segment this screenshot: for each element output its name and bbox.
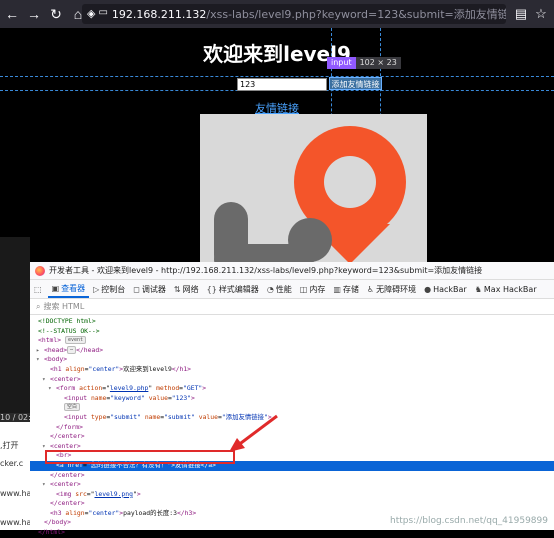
network-icon: ⇅ bbox=[173, 284, 181, 294]
inspector-tooltip: input 102 × 23 bbox=[327, 57, 401, 69]
html-search-input[interactable]: ⌕ 搜索 HTML bbox=[30, 299, 554, 315]
background-window: 10 / 02: ,打开 cker.c www.hac www.ha bbox=[0, 237, 36, 530]
tab-storage[interactable]: ▥ 存储 bbox=[329, 280, 363, 298]
tree-node[interactable]: </center> bbox=[30, 432, 554, 442]
page-info-icon[interactable]: ▭ bbox=[98, 7, 107, 21]
tree-node[interactable]: <input type="submit" name="submit" value… bbox=[30, 413, 554, 423]
tree-node[interactable]: <html> event bbox=[30, 336, 554, 346]
inspector-icon: ▣ bbox=[51, 283, 60, 293]
debugger-icon: ◻ bbox=[133, 284, 140, 294]
watermark: https://blog.csdn.net/qq_41959899 bbox=[389, 516, 548, 526]
background-time: 10 / 02: bbox=[0, 413, 31, 422]
logo-nine-hole bbox=[324, 156, 376, 208]
whitespace-badge[interactable]: 空白 bbox=[64, 403, 81, 412]
tree-node[interactable]: <!--STATUS OK--> bbox=[30, 327, 554, 337]
collapse-arrow-icon[interactable]: ▾ bbox=[36, 355, 42, 365]
tab-inspector[interactable]: ▣ 查看器 bbox=[47, 280, 90, 298]
devtools-tab-bar: ⬚ ▣ 查看器 ▷ 控制台 ◻ 调试器 ⇅ 网络 {} 样式编辑器 ◔ 性能 ◫ 内存 ▥ 存储… bbox=[30, 280, 554, 299]
page-title: 欢迎来到level9 bbox=[203, 42, 351, 66]
url-host: 192.168.211.132 bbox=[111, 7, 207, 21]
inspect-guide-top bbox=[0, 76, 554, 77]
bookmark-star-icon[interactable]: ☆ bbox=[531, 4, 551, 24]
logo-nine-inner-dot bbox=[288, 218, 332, 262]
collapsed-badge[interactable]: ⋯ bbox=[67, 345, 77, 354]
tab-memory[interactable]: ◫ 内存 bbox=[296, 280, 330, 298]
devtools-title: 开发者工具 - 欢迎来到level9 - http://192.168.211.… bbox=[49, 266, 483, 275]
performance-icon: ◔ bbox=[266, 284, 274, 294]
tab-performance[interactable]: ◔ 性能 bbox=[263, 280, 296, 298]
background-window-dark bbox=[0, 237, 30, 417]
tree-node[interactable]: ▸ <head> ⋯ </head> bbox=[30, 345, 554, 356]
add-link-button[interactable]: 添加友情链接 bbox=[329, 77, 382, 90]
tree-node[interactable]: </form> bbox=[30, 423, 554, 433]
accessibility-icon: ♿ bbox=[366, 284, 375, 294]
console-icon: ▷ bbox=[93, 284, 100, 294]
forward-icon[interactable]: → bbox=[24, 4, 44, 24]
shield-icon[interactable]: ◈ bbox=[87, 7, 95, 21]
background-text-4: www.ha bbox=[0, 518, 32, 527]
annotation-arrow bbox=[229, 414, 278, 452]
tab-accessibility[interactable]: ♿ 无障碍环境 bbox=[363, 280, 420, 298]
collapse-arrow-icon[interactable]: ▾ bbox=[48, 384, 54, 394]
level9-logo-image bbox=[200, 114, 427, 262]
level9-logo-graphic bbox=[214, 126, 406, 262]
element-picker-icon[interactable]: ⬚ bbox=[30, 280, 48, 298]
browser-toolbar: ← → ↻ ⌂ ◈ ▭ 192.168.211.132/xss-labs/lev… bbox=[0, 0, 554, 28]
tree-node[interactable]: <img src="level9.png"> bbox=[30, 490, 554, 500]
tab-style-editor[interactable]: {} 样式编辑器 bbox=[203, 280, 263, 298]
html-search-placeholder: 搜索 HTML bbox=[43, 302, 85, 311]
tab-network[interactable]: ⇅ 网络 bbox=[170, 280, 203, 298]
html-tree: <!DOCTYPE html> <!--STATUS OK--> <html> … bbox=[30, 315, 554, 538]
search-icon: ⌕ bbox=[36, 301, 41, 311]
background-text-1: ,打开 bbox=[0, 441, 19, 450]
expand-arrow-icon[interactable]: ▸ bbox=[36, 346, 42, 356]
tree-node[interactable]: <input name="keyword" value="123"> bbox=[30, 394, 554, 404]
tab-max-hackbar[interactable]: ♞ Max HackBar bbox=[471, 280, 541, 298]
reader-view-icon[interactable]: ▤ bbox=[511, 4, 531, 24]
annotation-box bbox=[45, 450, 235, 464]
tree-node[interactable]: <h1 align="center">欢迎来到level9</h1> bbox=[30, 365, 554, 375]
tree-node[interactable]: ▾ <form action="level9.php" method="GET"> bbox=[30, 384, 554, 394]
tree-node[interactable]: </center> bbox=[30, 499, 554, 509]
background-text-2: cker.c bbox=[0, 459, 24, 468]
hackbar-icon: ● bbox=[424, 284, 432, 294]
collapse-arrow-icon[interactable]: ▾ bbox=[42, 480, 48, 490]
url-bar[interactable]: ◈ ▭ 192.168.211.132/xss-labs/level9.php?… bbox=[82, 4, 506, 24]
inspector-tooltip-tag: input bbox=[327, 57, 356, 69]
url-path: /xss-labs/level9.php?keyword=123&submit=… bbox=[206, 8, 506, 21]
back-icon[interactable]: ← bbox=[2, 4, 22, 24]
style-editor-icon: {} bbox=[206, 284, 217, 294]
tree-node[interactable]: </center> bbox=[30, 471, 554, 481]
keyword-input[interactable]: 123 bbox=[237, 78, 327, 91]
firefox-icon bbox=[35, 265, 45, 276]
event-badge[interactable]: event bbox=[64, 336, 87, 345]
devtools-window: 开发者工具 - 欢迎来到level9 - http://192.168.211.… bbox=[30, 262, 554, 536]
tree-node[interactable]: <!DOCTYPE html> bbox=[30, 317, 554, 327]
storage-icon: ▥ bbox=[333, 284, 341, 294]
max-hackbar-icon: ♞ bbox=[474, 284, 482, 294]
tree-node[interactable]: ▾ <center> bbox=[30, 375, 554, 385]
tab-hackbar[interactable]: ● HackBar bbox=[420, 280, 471, 298]
tree-node[interactable]: ▾ <center> bbox=[30, 480, 554, 490]
memory-icon: ◫ bbox=[299, 284, 308, 294]
tab-debugger[interactable]: ◻ 调试器 bbox=[129, 280, 170, 298]
reload-icon[interactable]: ↻ bbox=[46, 4, 66, 24]
tree-node[interactable]: ▾ <body> bbox=[30, 355, 554, 365]
tree-node[interactable]: 空白 bbox=[30, 403, 554, 413]
tab-console[interactable]: ▷ 控制台 bbox=[89, 280, 129, 298]
devtools-titlebar: 开发者工具 - 欢迎来到level9 - http://192.168.211.… bbox=[30, 262, 554, 280]
web-page: 欢迎来到level9 input 102 × 23 123 添加友情链接 友情链… bbox=[0, 28, 554, 262]
inspector-tooltip-size: 102 × 23 bbox=[355, 57, 401, 69]
collapse-arrow-icon[interactable]: ▾ bbox=[42, 375, 48, 385]
